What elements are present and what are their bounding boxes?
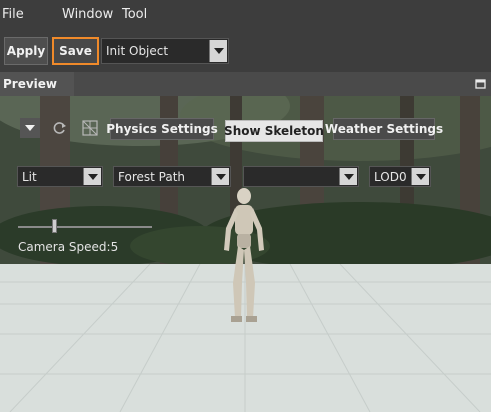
render-mode-select[interactable]: Lit: [17, 166, 103, 187]
triangle-down-icon: [25, 125, 35, 131]
lod-value: LOD0: [374, 169, 407, 184]
refresh-icon: [53, 122, 66, 134]
scene-select[interactable]: Forest Path: [113, 166, 231, 187]
weather-settings-button[interactable]: Weather Settings: [325, 118, 443, 140]
lod-select[interactable]: LOD0: [369, 166, 431, 187]
character-model: [224, 188, 264, 322]
show-skeleton-button[interactable]: Show Skeleton: [224, 120, 324, 142]
menu-window[interactable]: Window: [62, 7, 113, 22]
preview-panel-header: Preview: [0, 72, 491, 96]
chevron-down-icon: [211, 168, 229, 185]
object-select[interactable]: Init Object: [101, 38, 229, 64]
camera-speed-slider-thumb[interactable]: [52, 219, 58, 233]
menu-tool[interactable]: Tool: [122, 7, 147, 22]
menu-file[interactable]: File: [2, 7, 24, 22]
refresh-button[interactable]: [50, 118, 70, 138]
extra-select[interactable]: [243, 166, 359, 187]
chevron-down-icon: [411, 168, 429, 185]
physics-settings-button[interactable]: Physics Settings: [106, 118, 218, 140]
camera-speed-label: Camera Speed:5: [18, 240, 119, 254]
grid-toggle-button[interactable]: [80, 118, 100, 138]
pin-icon[interactable]: [475, 78, 487, 90]
view-menu-button[interactable]: [20, 118, 40, 138]
chevron-down-icon: [83, 168, 101, 185]
save-button[interactable]: Save: [52, 37, 99, 65]
chevron-down-icon: [209, 40, 227, 62]
preview-viewport[interactable]: Physics Settings Show Skeleton Weather S…: [0, 96, 491, 412]
object-select-value: Init Object: [106, 44, 169, 58]
chevron-down-icon: [339, 168, 357, 185]
toolbar: Apply Save Init Object: [0, 30, 491, 72]
camera-speed-slider[interactable]: [18, 226, 152, 228]
scene-value: Forest Path: [118, 169, 186, 184]
tab-preview[interactable]: Preview: [0, 72, 74, 96]
apply-button[interactable]: Apply: [4, 37, 48, 65]
render-mode-value: Lit: [22, 169, 37, 184]
grid-icon: [82, 120, 98, 136]
menu-bar: File Window Tool: [0, 0, 491, 30]
